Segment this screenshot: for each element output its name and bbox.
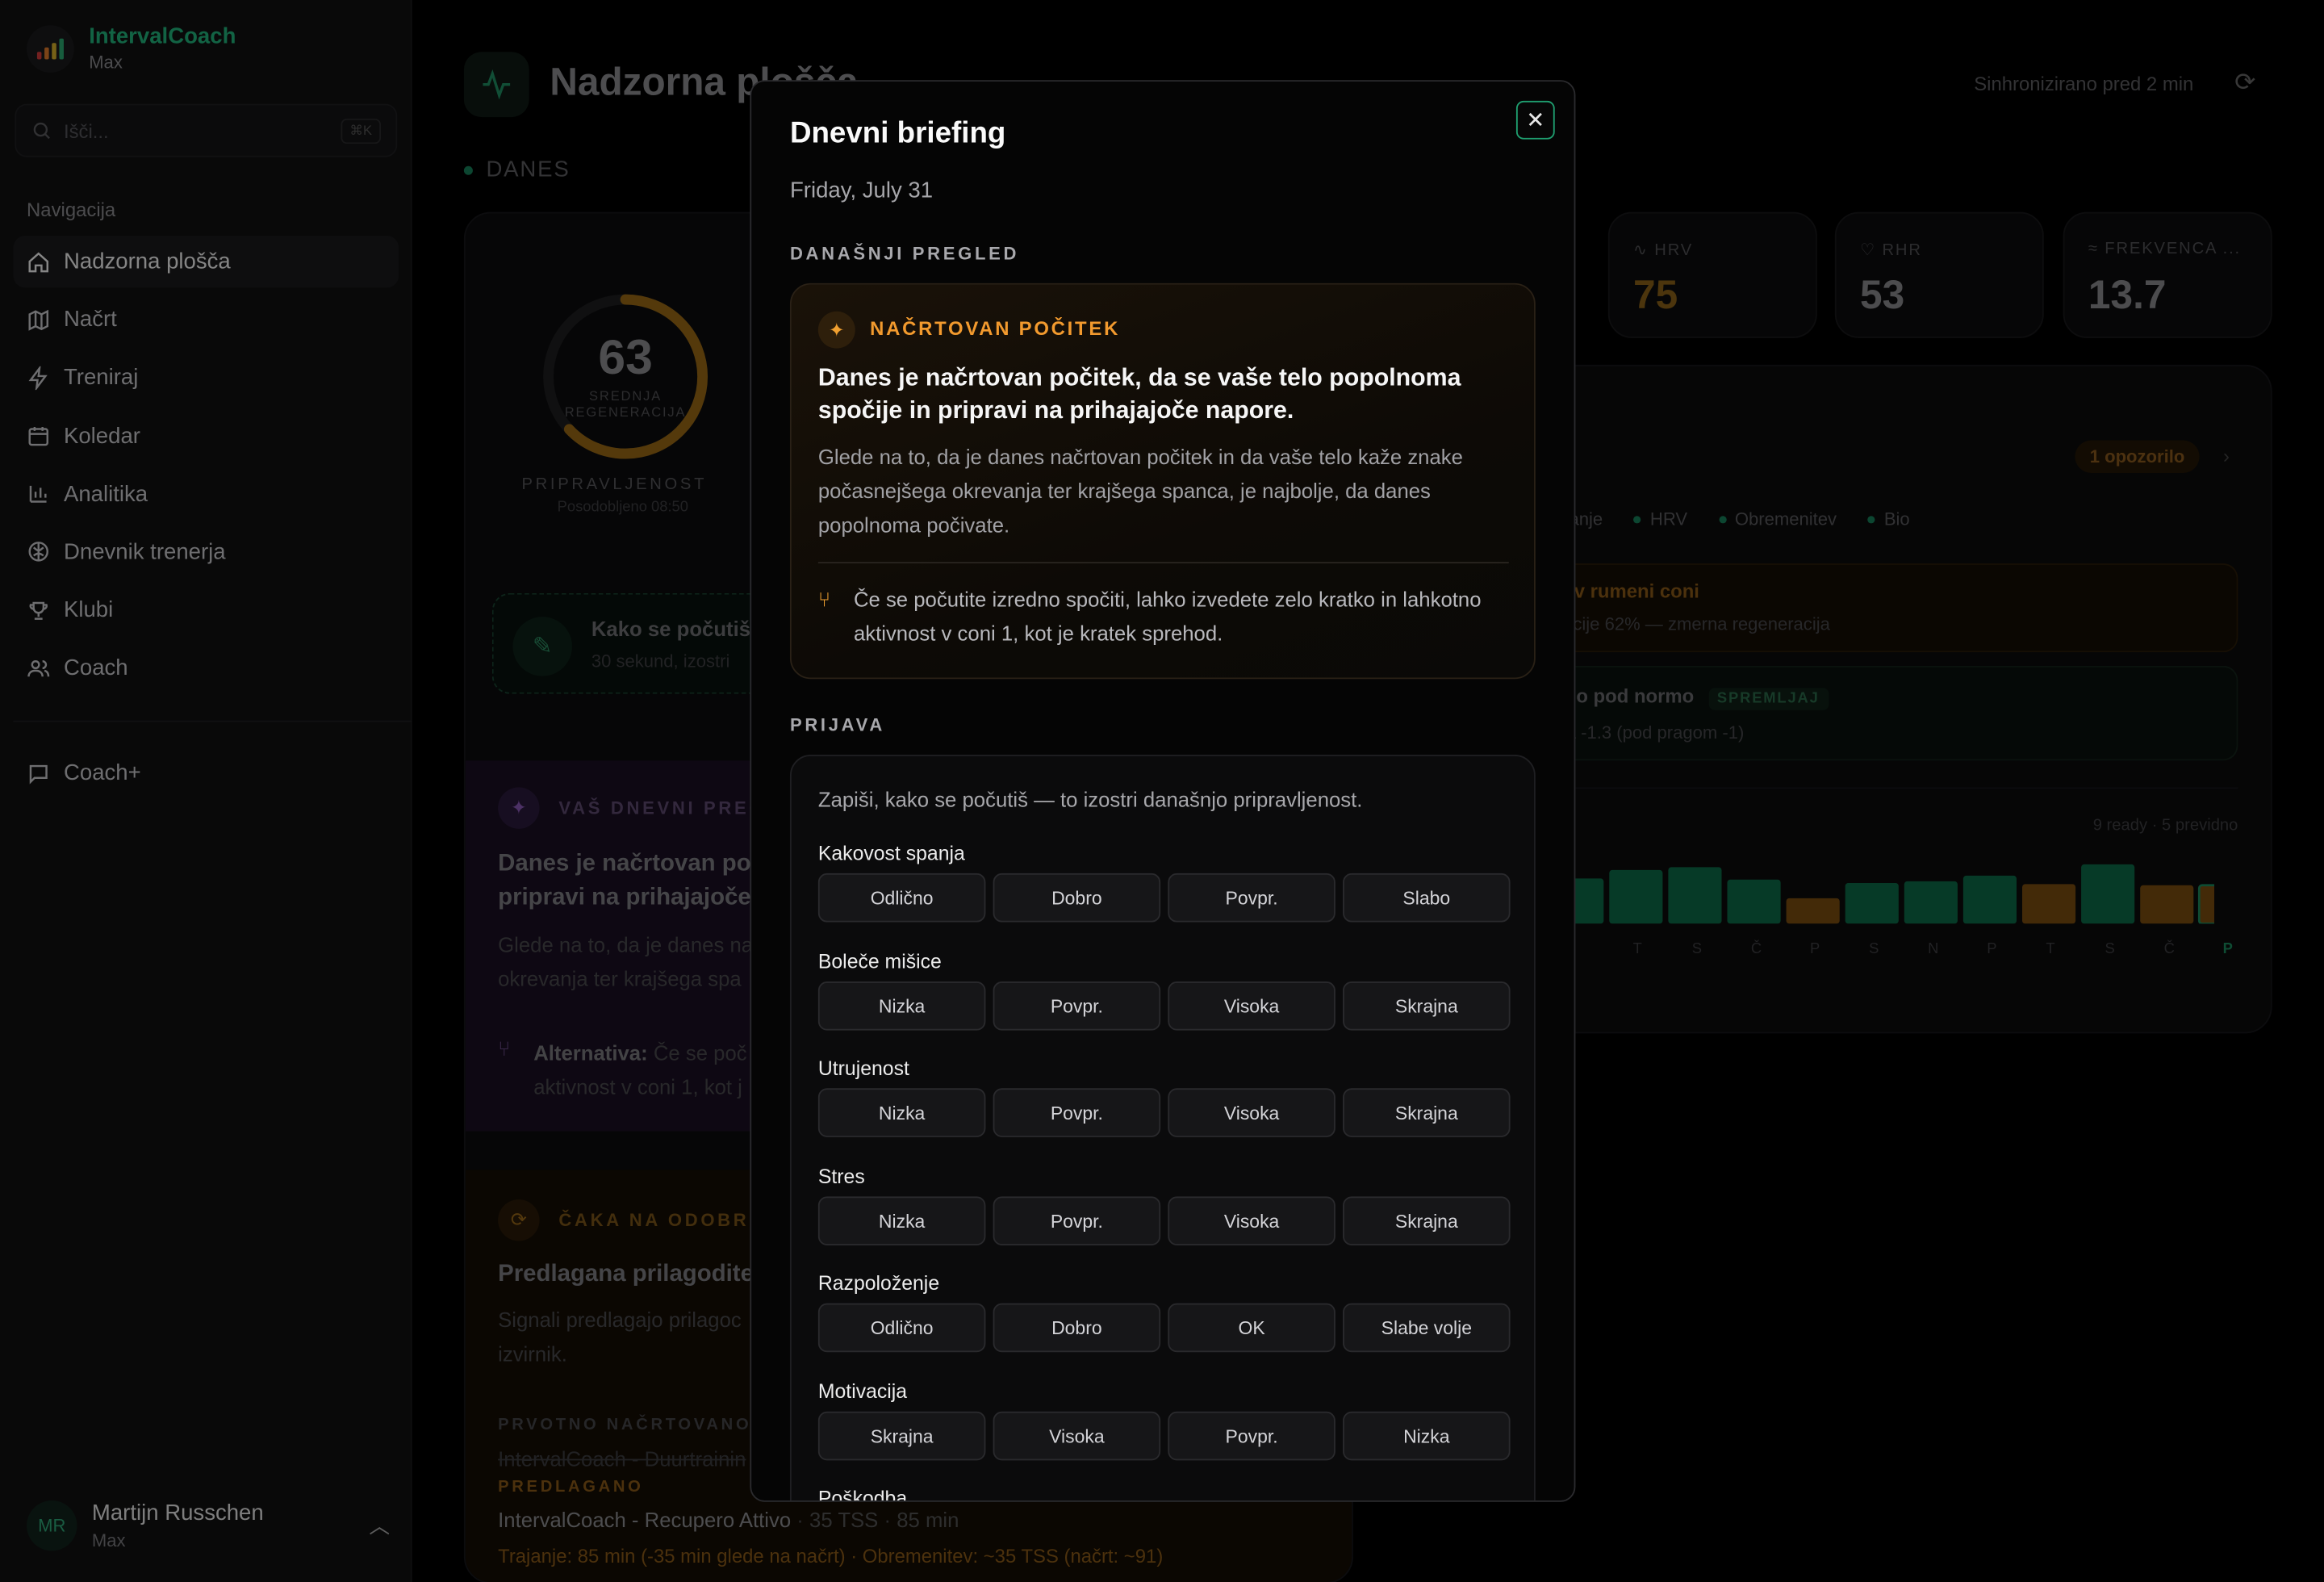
option-button[interactable]: Visoka [993, 1411, 1161, 1461]
daily-briefing-modal: Dnevni briefing ✕ Friday, July 31 DANAŠN… [750, 80, 1576, 1502]
question-sleep-quality: Kakovost spanja Odlično Dobro Povpr. Slabo [817, 842, 1511, 923]
option-group: Nizka Povpr. Visoka Skrajna [817, 981, 1511, 1031]
question-label: Poškodba [817, 1487, 908, 1502]
option-group: Skrajna Visoka Povpr. Nizka [817, 1411, 1511, 1461]
option-button[interactable]: Nizka [817, 1088, 986, 1137]
option-button[interactable]: Dobro [993, 1303, 1161, 1353]
question-fatigue: Utrujenost Nizka Povpr. Visoka Skrajna [817, 1057, 1511, 1137]
checkin-form: Zapiši, kako se počutiš — to izostri dan… [789, 754, 1536, 1502]
option-button[interactable]: Odlično [817, 1303, 986, 1353]
option-button[interactable]: Nizka [1343, 1411, 1511, 1461]
question-label: Utrujenost [817, 1057, 909, 1080]
option-button[interactable]: Povpr. [993, 1088, 1161, 1137]
question-label: Kakovost spanja [817, 842, 965, 864]
option-button[interactable]: Visoka [1168, 981, 1335, 1031]
option-button[interactable]: Povpr. [993, 1196, 1161, 1245]
rest-card: ✦ NAČRTOVAN POČITEK Danes je načrtovan p… [789, 282, 1536, 680]
option-button[interactable]: OK [1168, 1303, 1335, 1353]
checkin-caption: PRIJAVA [789, 714, 885, 736]
option-button[interactable]: Povpr. [1168, 873, 1335, 923]
option-group: Odlično Dobro OK Slabe volje [817, 1303, 1511, 1353]
option-button[interactable]: Slabo [1343, 873, 1511, 923]
rest-body: Glede na to, da je danes načrtovan počit… [817, 445, 1463, 537]
option-button[interactable]: Slabe volje [1343, 1303, 1511, 1353]
option-button[interactable]: Skrajna [1343, 981, 1511, 1031]
question-label: Motivacija [817, 1380, 908, 1403]
overview-caption: DANAŠNJI PREGLED [789, 243, 1020, 264]
close-button[interactable]: ✕ [1515, 100, 1555, 140]
rest-alternative: Če se počutite izredno spočiti, lahko iz… [853, 587, 1482, 646]
rest-heading: Danes je načrtovan počitek, da se vaše t… [817, 364, 1461, 425]
divider [817, 562, 1509, 564]
option-button[interactable]: Visoka [1168, 1196, 1335, 1245]
question-mood: Razpoloženje Odlično Dobro OK Slabe volje [817, 1272, 1511, 1353]
option-group: Nizka Povpr. Visoka Skrajna [817, 1196, 1511, 1245]
question-injury: Poškodba [817, 1487, 1511, 1502]
rest-caption: NAČRTOVAN POČITEK [870, 317, 1121, 340]
option-button[interactable]: Dobro [993, 873, 1161, 923]
option-button[interactable]: Odlično [817, 873, 986, 923]
modal-date: Friday, July 31 [789, 178, 934, 203]
question-label: Razpoloženje [817, 1272, 940, 1295]
option-button[interactable]: Povpr. [1168, 1411, 1335, 1461]
modal-title: Dnevni briefing [789, 117, 1006, 150]
option-button[interactable]: Nizka [817, 1196, 986, 1245]
option-group: Odlično Dobro Povpr. Slabo [817, 873, 1511, 923]
question-stress: Stres Nizka Povpr. Visoka Skrajna [817, 1165, 1511, 1245]
option-button[interactable]: Skrajna [1343, 1196, 1511, 1245]
question-motivation: Motivacija Skrajna Visoka Povpr. Nizka [817, 1380, 1511, 1461]
branch-icon: ⑂ [817, 587, 831, 611]
question-muscle-soreness: Boleče mišice Nizka Povpr. Visoka Skrajna [817, 950, 1511, 1031]
option-button[interactable]: Visoka [1168, 1088, 1335, 1137]
option-button[interactable]: Povpr. [993, 981, 1161, 1031]
option-button[interactable]: Nizka [817, 981, 986, 1031]
option-button[interactable]: Skrajna [817, 1411, 986, 1461]
checkin-intro: Zapiši, kako se počutiš — to izostri dan… [817, 787, 1363, 811]
option-button[interactable]: Skrajna [1343, 1088, 1511, 1137]
option-group: Nizka Povpr. Visoka Skrajna [817, 1088, 1511, 1137]
sparkle-icon: ✦ [817, 311, 855, 349]
question-label: Boleče mišice [817, 950, 942, 973]
question-label: Stres [817, 1165, 865, 1188]
close-icon: ✕ [1526, 108, 1545, 134]
